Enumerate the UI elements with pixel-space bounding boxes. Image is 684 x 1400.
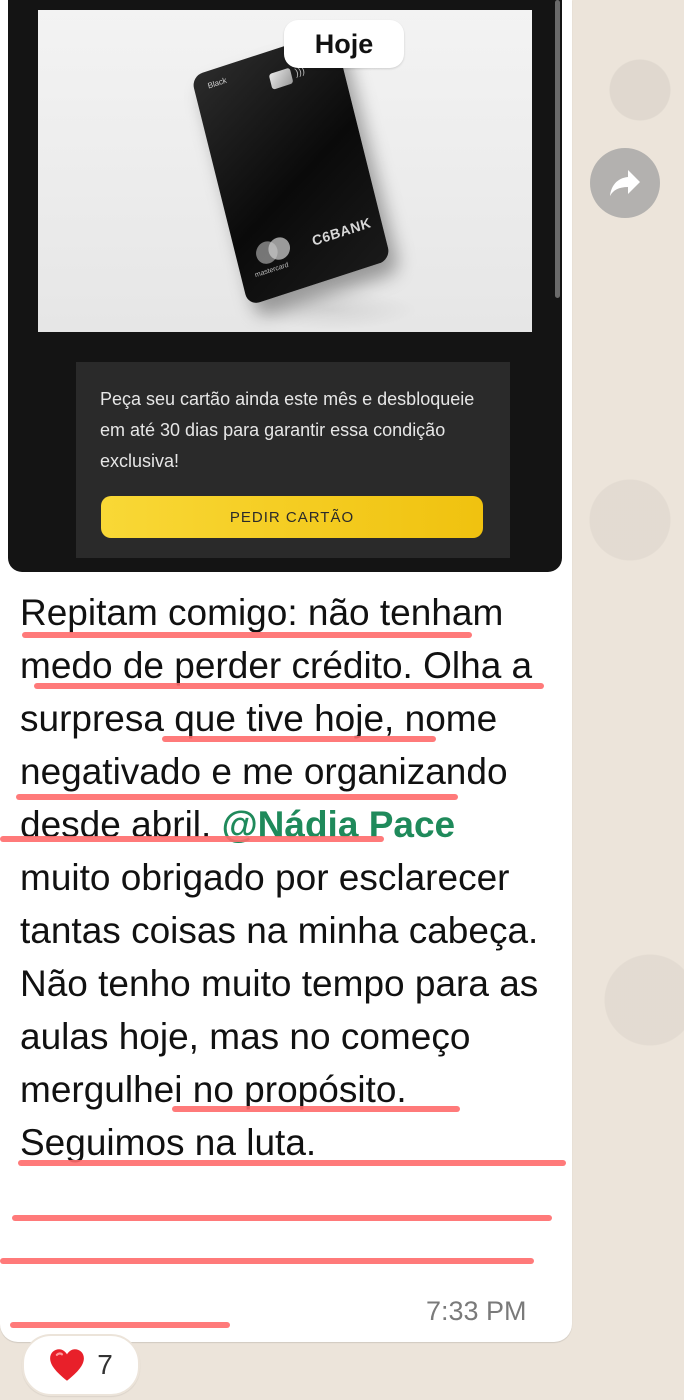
card-chip-icon	[268, 67, 294, 90]
highlight-underline	[22, 632, 472, 638]
forward-button[interactable]	[590, 148, 660, 218]
card-brand-label: C6BANK	[310, 214, 373, 249]
highlight-underline	[162, 736, 436, 742]
card-tier-label: Black	[206, 75, 228, 91]
highlight-underline	[18, 1160, 566, 1166]
message-text: Repitam comigo: não tenham medo de perde…	[20, 586, 550, 1169]
promo-text: Peça seu cartão ainda este mês e desbloq…	[100, 389, 475, 471]
reaction-count: 7	[97, 1349, 113, 1380]
highlight-underline	[0, 836, 384, 842]
reaction-badge[interactable]: 7	[22, 1334, 140, 1396]
highlight-underline	[10, 1322, 230, 1328]
card-network-label: mastercard	[254, 261, 290, 280]
message-text-part: muito obrigado por esclarecer tantas coi…	[20, 857, 539, 1163]
order-card-button[interactable]: PEDIR CARTÃO	[101, 496, 483, 538]
highlight-underline	[0, 1258, 534, 1264]
credit-card: Black ))) mastercard C6BANK	[191, 30, 391, 306]
highlight-underline	[16, 794, 458, 800]
heart-icon	[50, 1349, 85, 1381]
highlight-underline	[34, 683, 544, 689]
message-timestamp: 7:33 PM	[426, 1296, 527, 1326]
media-scrollbar[interactable]	[555, 0, 560, 298]
message-bubble[interactable]: Black ))) mastercard C6BANK Peça seu car…	[0, 0, 572, 1342]
forward-arrow-icon	[610, 170, 640, 196]
highlight-underline	[172, 1106, 460, 1112]
ad-media-preview[interactable]: Black ))) mastercard C6BANK Peça seu car…	[8, 0, 562, 572]
promo-box: Peça seu cartão ainda este mês e desbloq…	[76, 362, 510, 558]
date-divider: Hoje	[284, 20, 404, 68]
highlight-underline	[12, 1215, 552, 1221]
